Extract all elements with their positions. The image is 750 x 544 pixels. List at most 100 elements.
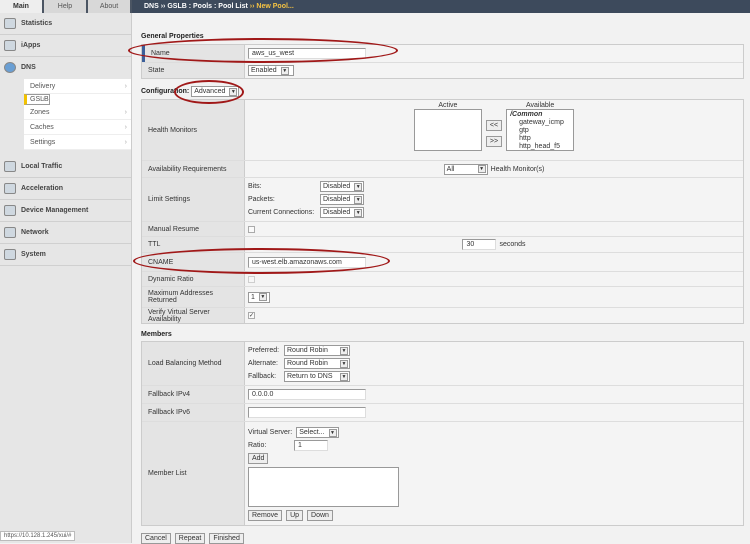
- dns-submenu: Delivery GSLB Zones Caches Settings: [24, 79, 131, 150]
- chevron-down-icon: ▼: [354, 208, 363, 217]
- available-monitors-list[interactable]: /Common gateway_icmp gtp http http_head_…: [506, 109, 575, 151]
- submenu-caches[interactable]: Caches: [24, 120, 131, 135]
- state-value: Enabled: [251, 67, 277, 74]
- manual-resume-label: Manual Resume: [142, 222, 245, 236]
- ipv4-input[interactable]: 0.0.0.0: [248, 389, 366, 400]
- configuration-table: Health Monitors Active << >> Available /C…: [141, 99, 744, 324]
- breadcrumb-sep: ››: [249, 3, 255, 10]
- packets-value: Disabled: [323, 196, 351, 203]
- chevron-down-icon: ▼: [258, 293, 267, 301]
- connections-label: Current Connections:: [248, 209, 315, 216]
- ratio-input[interactable]: 1: [294, 440, 328, 451]
- gauge-icon: [4, 183, 16, 194]
- bits-select[interactable]: Disabled ▼: [320, 181, 365, 192]
- submenu-zones[interactable]: Zones: [24, 105, 131, 120]
- remove-button[interactable]: Remove: [248, 510, 283, 521]
- finished-button[interactable]: Finished: [209, 533, 244, 544]
- active-label: Active: [438, 102, 458, 109]
- state-select[interactable]: Enabled ▼: [248, 65, 294, 76]
- tab-main[interactable]: Main: [0, 0, 44, 13]
- sidebar-label: Statistics: [21, 20, 53, 27]
- sidebar: Statistics iApps DNS Delivery GSLB Zones…: [0, 13, 132, 543]
- up-button[interactable]: Up: [286, 510, 304, 521]
- sidebar-item-local-traffic[interactable]: Local Traffic: [0, 156, 131, 178]
- breadcrumb-path[interactable]: DNS ›› GSLB : Pools : Pool List: [144, 3, 248, 10]
- alternate-value: Round Robin: [287, 360, 328, 367]
- availability-value: All: [446, 165, 455, 173]
- globe-icon: [4, 62, 16, 73]
- preferred-select[interactable]: Round Robin ▼: [284, 345, 350, 356]
- tab-about[interactable]: About: [88, 0, 132, 13]
- sidebar-item-network[interactable]: Network: [0, 222, 131, 244]
- sidebar-item-acceleration[interactable]: Acceleration: [0, 178, 131, 200]
- chevron-down-icon: ▼: [340, 346, 348, 355]
- chevron-down-icon: ▼: [280, 66, 289, 75]
- sidebar-item-device-management[interactable]: Device Management: [0, 200, 131, 222]
- members-table: Load Balancing Method Preferred: Round Ro…: [141, 341, 744, 526]
- list-item[interactable]: gtp: [510, 127, 570, 135]
- fallback-select[interactable]: Return to DNS ▼: [284, 371, 350, 382]
- sidebar-label: Network: [21, 229, 49, 236]
- preferred-value: Round Robin: [287, 347, 328, 354]
- dynamic-ratio-checkbox[interactable]: [248, 275, 255, 283]
- iapps-icon: [4, 40, 16, 51]
- packets-label: Packets:: [248, 196, 275, 203]
- virtual-server-select[interactable]: Select... ▼: [296, 427, 339, 438]
- cancel-button[interactable]: Cancel: [141, 533, 171, 544]
- system-icon: [4, 249, 16, 260]
- bits-value: Disabled: [323, 183, 351, 190]
- submenu-gslb[interactable]: GSLB: [24, 92, 50, 107]
- down-button[interactable]: Down: [307, 510, 333, 521]
- list-item[interactable]: gateway_icmp: [510, 119, 570, 127]
- submenu-settings[interactable]: Settings: [24, 135, 131, 150]
- sidebar-item-iapps[interactable]: iApps: [0, 35, 131, 57]
- member-list[interactable]: [248, 467, 399, 507]
- repeat-button[interactable]: Repeat: [174, 533, 206, 544]
- breadcrumb: DNS ›› GSLB : Pools : Pool List ›› New P…: [132, 0, 750, 13]
- sidebar-label: Device Management: [21, 207, 89, 214]
- chevron-down-icon: ▼: [354, 195, 363, 204]
- verify-checkbox[interactable]: ✓: [248, 312, 255, 319]
- alternate-select[interactable]: Round Robin ▼: [284, 358, 350, 369]
- ttl-input[interactable]: 30: [462, 239, 497, 250]
- highlight-ellipse-name: [128, 38, 398, 63]
- max-addresses-value: 1: [251, 293, 255, 301]
- tab-help[interactable]: Help: [44, 0, 88, 13]
- list-item[interactable]: http: [510, 135, 570, 143]
- active-monitors-list[interactable]: [413, 109, 482, 151]
- sidebar-item-system[interactable]: System: [0, 244, 131, 266]
- fallback-value: Return to DNS: [287, 373, 333, 380]
- ipv6-input[interactable]: [248, 407, 366, 418]
- ttl-unit: seconds: [499, 241, 526, 248]
- sidebar-item-statistics[interactable]: Statistics: [0, 13, 131, 35]
- verify-label: Verify Virtual Server Availability: [142, 308, 245, 323]
- add-button[interactable]: Add: [248, 453, 269, 464]
- ratio-label: Ratio:: [248, 442, 267, 449]
- move-left-button[interactable]: <<: [485, 120, 503, 131]
- manual-resume-checkbox[interactable]: [248, 225, 255, 233]
- sidebar-item-dns[interactable]: DNS: [0, 57, 131, 79]
- preferred-label: Preferred:: [248, 347, 280, 354]
- health-monitors-label: Health Monitors: [142, 100, 245, 160]
- list-item[interactable]: /Common: [510, 111, 570, 119]
- packets-select[interactable]: Disabled ▼: [320, 194, 365, 205]
- chevron-down-icon: ▼: [340, 372, 348, 381]
- move-right-button[interactable]: >>: [485, 136, 503, 147]
- connections-select[interactable]: Disabled ▼: [320, 207, 365, 218]
- limit-settings-label: Limit Settings: [142, 178, 245, 221]
- max-addresses-select[interactable]: 1 ▼: [248, 291, 270, 303]
- chevron-down-icon: ▼: [477, 165, 486, 173]
- breadcrumb-current: New Pool...: [256, 3, 294, 10]
- list-item[interactable]: http_head_f5: [510, 143, 570, 151]
- ipv4-label: Fallback IPv4: [142, 386, 245, 403]
- members-heading: Members: [141, 331, 172, 338]
- available-label: Available: [525, 102, 555, 109]
- device-icon: [4, 205, 16, 216]
- dynamic-ratio-label: Dynamic Ratio: [142, 272, 245, 286]
- highlight-ellipse-config: [174, 80, 244, 104]
- availability-select[interactable]: All ▼: [443, 163, 488, 175]
- chevron-down-icon: ▼: [354, 182, 363, 191]
- chevron-down-icon: ▼: [340, 359, 348, 368]
- sidebar-label: iApps: [21, 42, 41, 49]
- local-traffic-icon: [4, 161, 16, 172]
